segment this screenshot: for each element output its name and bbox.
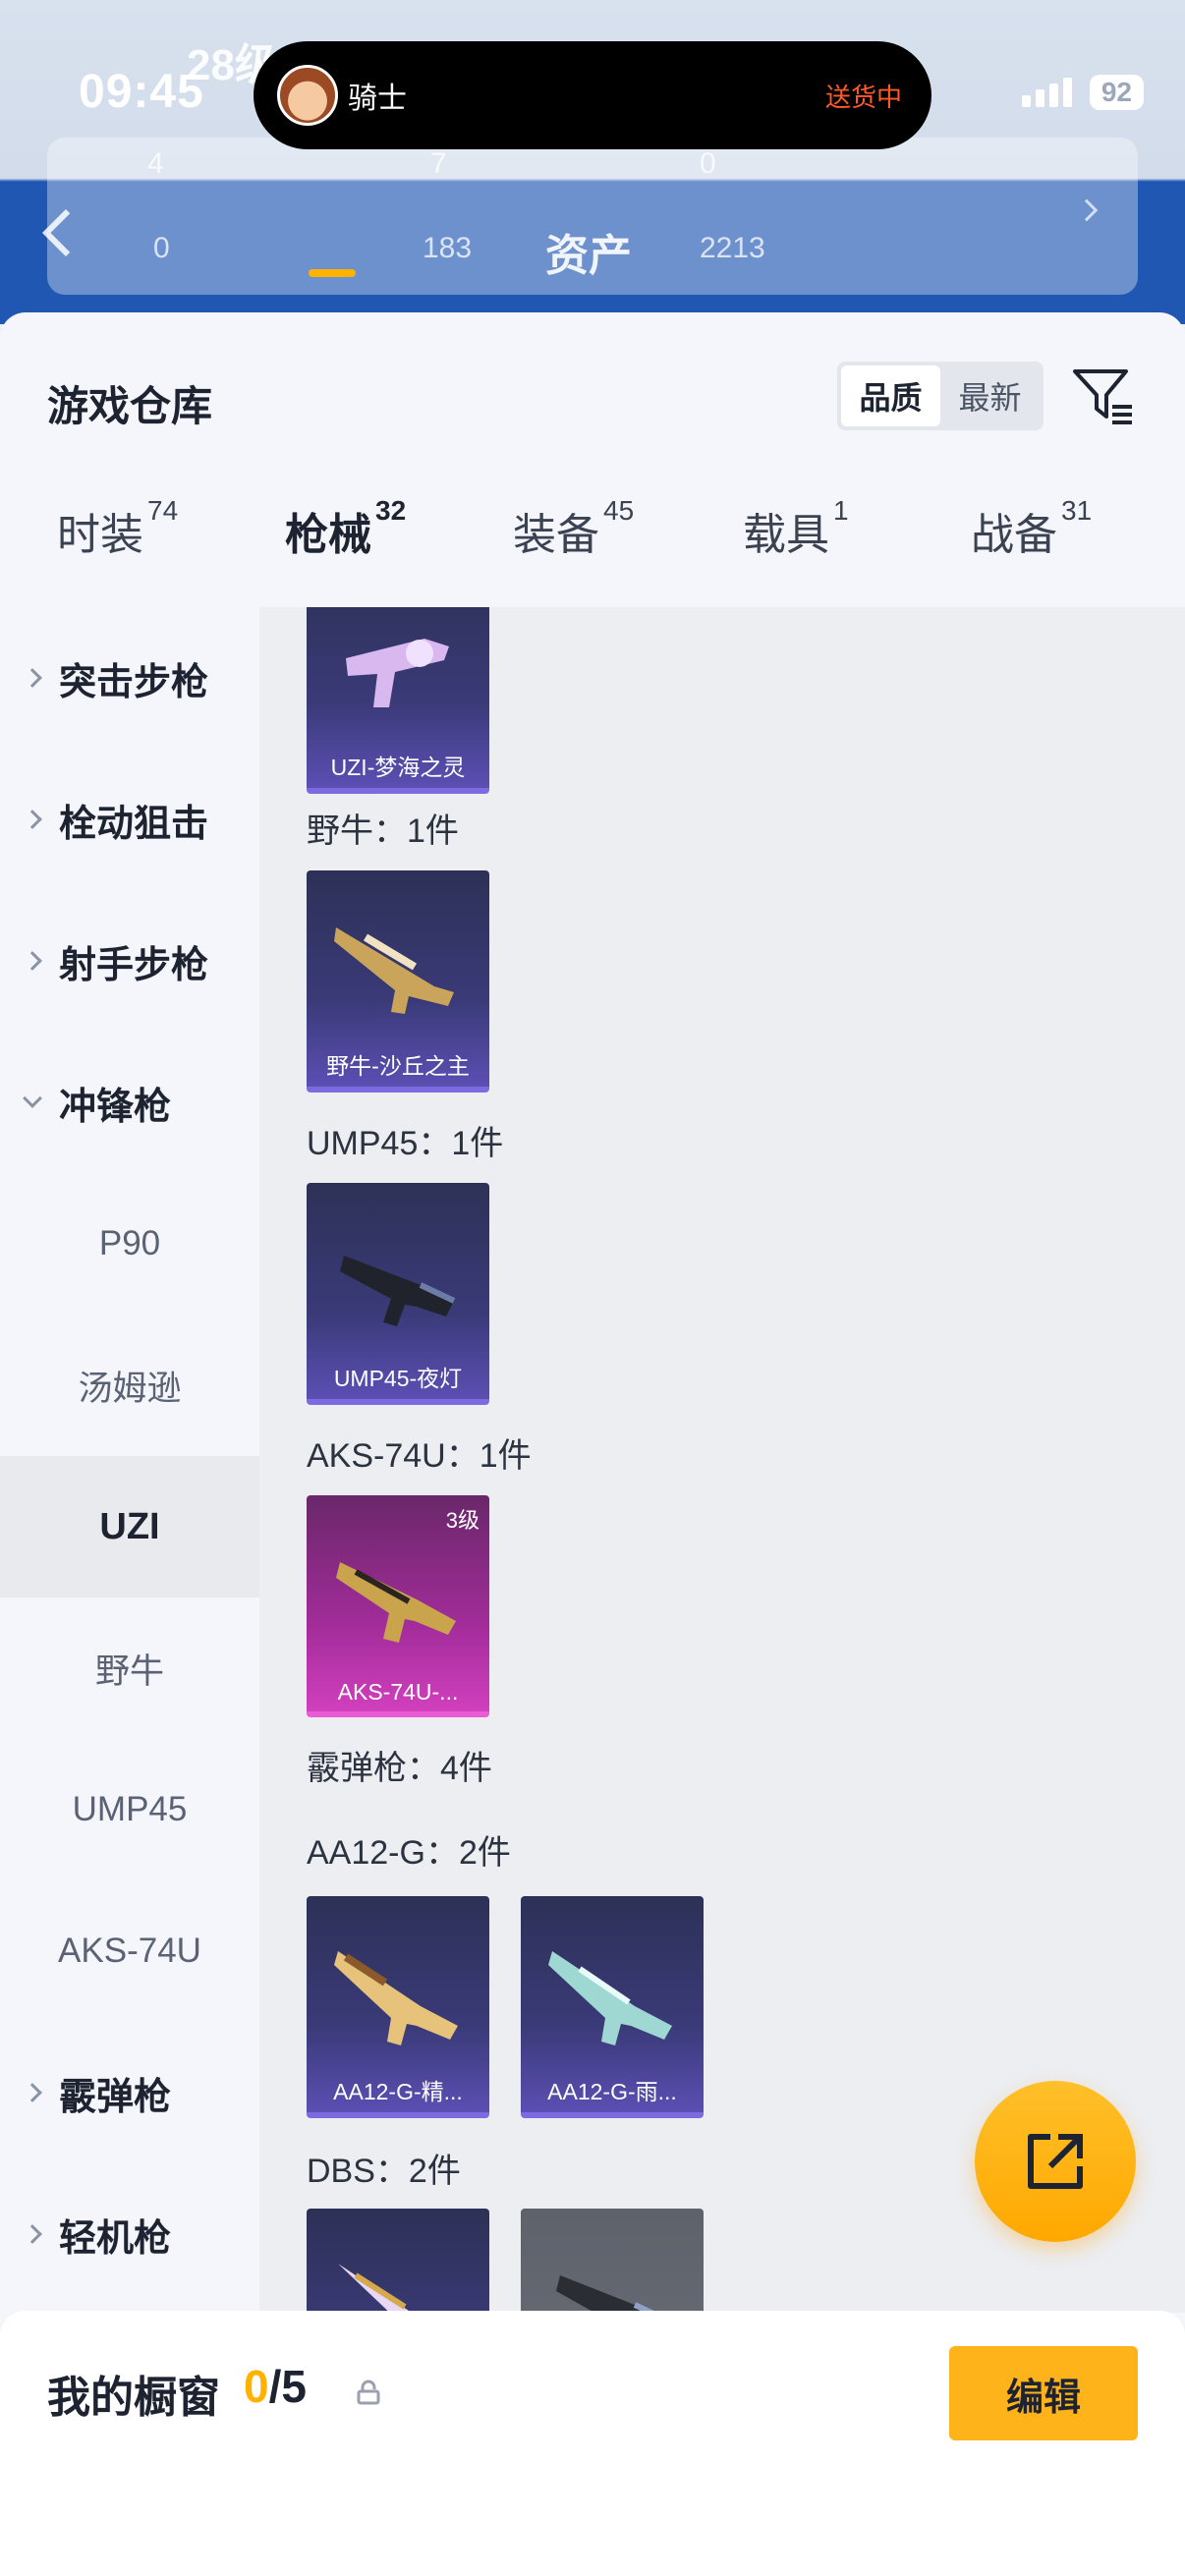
weapon-image <box>338 2264 412 2313</box>
sidebar-subitem-aks74u[interactable]: AKS-74U <box>0 1880 259 2022</box>
sidebar-subitem-p90[interactable]: P90 <box>0 1173 259 1315</box>
weapon-image <box>548 1951 672 2045</box>
tab-equipment[interactable]: 装备45 <box>513 495 634 562</box>
page-title: 资产 <box>545 232 632 280</box>
showcase-bar: 我的橱窗 0/5 编辑 <box>0 2311 1185 2576</box>
avatar <box>277 65 338 126</box>
stat-value: 0 <box>153 232 170 264</box>
weapon-image <box>336 1562 456 1643</box>
sort-option-latest[interactable]: 最新 <box>940 365 1040 426</box>
weapon-card[interactable]: UZI-梦海之灵 <box>307 607 489 794</box>
sidebar-item-bolt-sniper[interactable]: 栓动狙击 <box>0 749 259 890</box>
stat-value: 183 <box>423 232 473 264</box>
share-button[interactable] <box>975 2081 1136 2242</box>
group-label: AA12-G：2件 <box>307 1834 511 1872</box>
sidebar-subitem-uzi[interactable]: UZI <box>0 1456 259 1597</box>
weapon-image <box>556 2275 659 2313</box>
chevron-right-icon <box>23 2083 42 2102</box>
inventory-list: UZI-梦海之灵 野牛：1件 野牛-沙丘之主 UMP45：1件 UMP45-夜灯… <box>259 607 1185 2313</box>
sort-toggle[interactable]: 品质 最新 <box>837 362 1044 430</box>
chevron-right-icon <box>23 951 42 971</box>
tab-fashion[interactable]: 时装74 <box>57 495 178 562</box>
sidebar-subitem-bizon[interactable]: 野牛 <box>0 1597 259 1739</box>
showcase-count: 0/5 <box>244 2361 307 2412</box>
weapon-card[interactable]: UMP45-夜灯 <box>307 1183 489 1405</box>
island-name: 骑士 <box>348 83 407 115</box>
lock-icon <box>357 2380 380 2405</box>
tab-vehicles[interactable]: 载具1 <box>743 495 849 562</box>
sidebar-subitem-ump45[interactable]: UMP45 <box>0 1739 259 1880</box>
weapon-sidebar: 突击步枪 栓动狙击 射手步枪 冲锋枪 P90 汤姆逊 UZI 野牛 UMP45 … <box>0 607 259 2313</box>
weapon-image <box>334 1951 458 2045</box>
group-label: 野牛：1件 <box>307 812 459 850</box>
share-icon <box>1028 2134 1083 2189</box>
edit-button[interactable]: 编辑 <box>949 2346 1138 2440</box>
weapon-card[interactable]: AA12-G-精... <box>307 1896 489 2118</box>
weapon-image <box>334 927 454 1014</box>
stat-value: 0 <box>700 147 716 180</box>
sidebar-item-assault-rifle[interactable]: 突击步枪 <box>0 607 259 749</box>
showcase-label: 我的橱窗 <box>47 2374 220 2422</box>
stat-value: 7 <box>430 147 447 180</box>
chevron-right-icon <box>23 810 42 829</box>
group-label: 霰弹枪：4件 <box>307 1750 492 1787</box>
category-tabs: 时装74 枪械32 装备45 载具1 战备31 <box>0 495 1185 607</box>
signal-icon <box>1021 78 1072 107</box>
chevron-down-icon <box>23 1089 42 1108</box>
weapon-card[interactable]: 野牛-沙丘之主 <box>307 870 489 1092</box>
status-icons: 92 <box>1021 75 1144 110</box>
weapon-image <box>340 1256 456 1326</box>
sidebar-item-marksman-rifle[interactable]: 射手步枪 <box>0 890 259 1032</box>
weapon-card[interactable] <box>521 2209 704 2313</box>
group-label: AKS-74U：1件 <box>307 1437 532 1475</box>
sort-option-quality[interactable]: 品质 <box>841 365 940 426</box>
status-time: 09:45 <box>79 66 204 118</box>
sidebar-item-lmg[interactable]: 轻机枪 <box>0 2163 259 2305</box>
active-tab-indicator <box>309 269 356 277</box>
sidebar-subitem-thompson[interactable]: 汤姆逊 <box>0 1315 259 1456</box>
sidebar-item-shotgun[interactable]: 霰弹枪 <box>0 2022 259 2163</box>
chevron-right-icon <box>23 2224 42 2244</box>
sheet-title: 游戏仓库 <box>47 383 213 429</box>
tab-guns[interactable]: 枪械32 <box>285 495 406 562</box>
tab-supplies[interactable]: 战备31 <box>971 495 1092 562</box>
group-label: UMP45：1件 <box>307 1125 504 1162</box>
weapon-card[interactable]: 3级 AKS-74U-... <box>307 1495 489 1717</box>
weapon-image <box>346 639 449 707</box>
stat-value: 4 <box>147 147 164 180</box>
island-status: 送货中 <box>824 82 902 112</box>
filter-icon[interactable] <box>1071 364 1136 428</box>
dynamic-island[interactable]: 骑士 送货中 <box>254 41 931 149</box>
weapon-card[interactable]: AA12-G-雨... <box>521 1896 704 2118</box>
battery-indicator: 92 <box>1089 75 1144 110</box>
group-label: DBS：2件 <box>307 2153 461 2190</box>
stat-value: 2213 <box>700 232 765 264</box>
chevron-right-icon <box>23 668 42 688</box>
weapon-card[interactable] <box>307 2209 489 2313</box>
sidebar-item-smg[interactable]: 冲锋枪 <box>0 1032 259 1173</box>
